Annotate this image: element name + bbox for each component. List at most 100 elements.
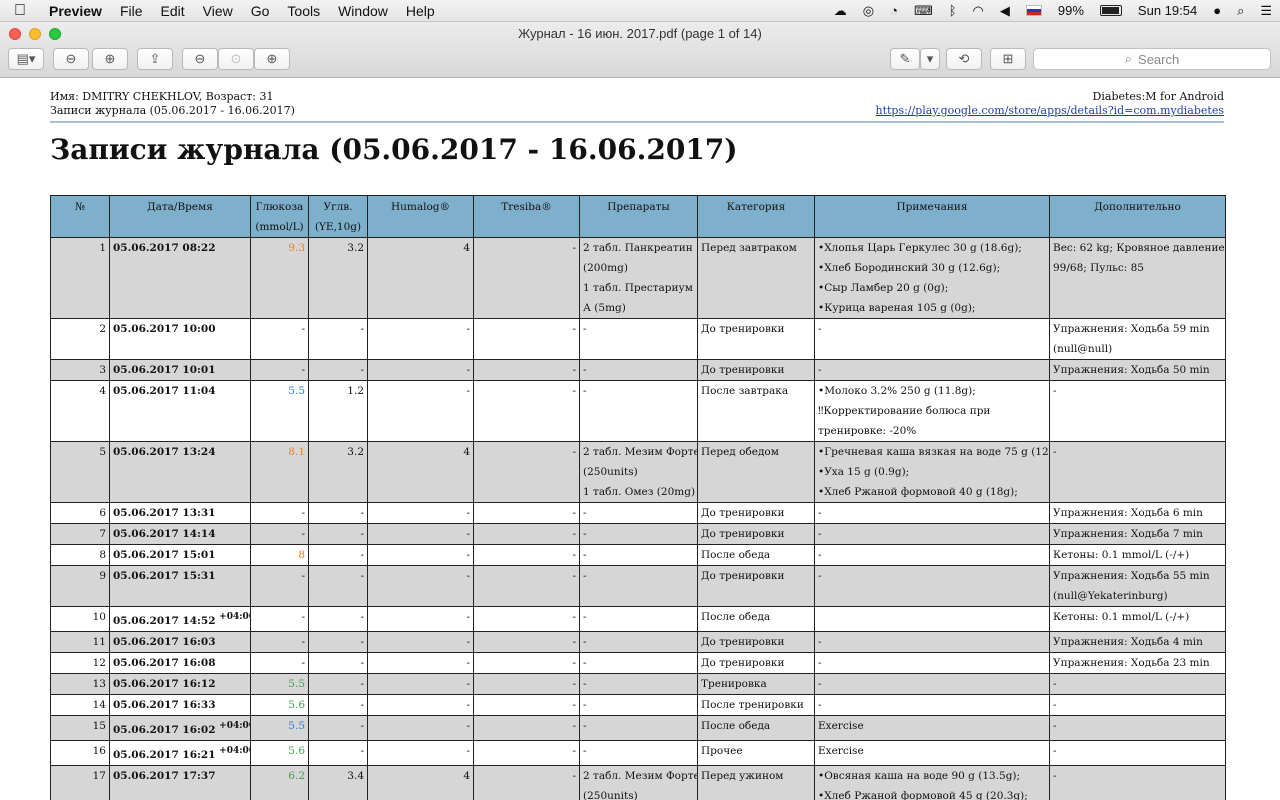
- table-row: 13 05.06.2017 16:12 5.5- - - - Тренировка - -: [50, 673, 1226, 695]
- row-tresiba: -: [473, 673, 580, 695]
- app-store-link[interactable]: https://play.google.com/store/apps/detai…: [875, 104, 1224, 118]
- row-category: До тренировки: [697, 318, 815, 360]
- row-number: 7: [50, 523, 110, 545]
- row-meds: -: [579, 673, 698, 695]
- col-tresiba-header: Tresiba®: [473, 195, 580, 238]
- pdf-page[interactable]: Имя: DMITRY CHEKHLOV, Возраст: 31 Записи…: [0, 79, 1280, 800]
- row-humalog: -: [367, 380, 474, 442]
- zoom-in-button[interactable]: ⊕: [92, 48, 128, 70]
- row-notes-line: -: [818, 364, 822, 376]
- row-extra-line: Упражнения: Ходьба 7 min: [1053, 528, 1203, 540]
- menu-window[interactable]: Window: [329, 3, 397, 19]
- row-category: Тренировка: [697, 673, 815, 695]
- row-meds: -: [579, 694, 698, 716]
- window-title[interactable]: Журнал - 16 июн. 2017.pdf (page 1 of 14): [0, 26, 1280, 41]
- row-notes-line: -: [818, 549, 822, 561]
- row-meds: -: [579, 606, 698, 632]
- row-carbs: -: [308, 673, 368, 695]
- volume-icon[interactable]: ◀: [992, 3, 1018, 19]
- row-category: До тренировки: [697, 523, 815, 545]
- actual-size-icon: ⊙: [230, 51, 242, 66]
- row-datetime: 05.06.2017 16:33: [109, 694, 251, 716]
- zoom-out-button-2[interactable]: ⊖: [182, 48, 218, 70]
- row-notes-line: ‼Корректирование болюса при: [818, 405, 991, 417]
- row-humalog: 4: [367, 765, 474, 800]
- row-tresiba: -: [473, 359, 580, 381]
- row-category: До тренировки: [697, 652, 815, 674]
- table-row: 9 05.06.2017 15:31- - - - - До тренировки - Упра…: [50, 565, 1226, 607]
- row-humalog: -: [367, 715, 474, 741]
- row-notes-line: -: [818, 678, 822, 690]
- row-meds: -: [579, 380, 698, 442]
- row-humalog: 4: [367, 441, 474, 503]
- row-category: После обеда: [697, 606, 815, 632]
- row-notes-line: •Овсяная каша на воде 90 g (13.5g);: [818, 770, 1021, 782]
- menu-file[interactable]: File: [111, 3, 152, 19]
- row-humalog: -: [367, 502, 474, 524]
- sidebar-toggle-button[interactable]: ▤▾: [8, 48, 44, 70]
- menu-tools[interactable]: Tools: [278, 3, 329, 19]
- keyboard-icon[interactable]: ⌨: [906, 3, 941, 19]
- menu-help[interactable]: Help: [397, 3, 444, 19]
- row-tresiba: -: [473, 237, 580, 319]
- row-meds: -: [579, 544, 698, 566]
- datetime-value: 05.06.2017 14:14: [113, 528, 216, 540]
- share-button[interactable]: ⇪: [137, 48, 173, 70]
- datetime-value: 05.06.2017 16:08: [113, 657, 216, 669]
- row-notes-line: -: [818, 323, 822, 335]
- battery-icon[interactable]: [1092, 5, 1130, 16]
- user-icon[interactable]: ●: [1205, 3, 1229, 18]
- row-number: 15: [50, 715, 110, 741]
- bluetooth-icon[interactable]: ᛒ: [941, 3, 965, 18]
- col-extra-header: Дополнительно: [1049, 195, 1226, 238]
- menu-app-name[interactable]: Preview: [40, 3, 111, 19]
- row-notes-line: •Гречневая каша вязкая на воде 75 g (12.…: [818, 446, 1050, 458]
- row-extra-line: Вес: 62 kg; Кровяное давление:: [1053, 242, 1226, 254]
- battery-percent[interactable]: 99%: [1050, 3, 1092, 18]
- row-datetime: 05.06.2017 16:02 +04:00: [109, 715, 251, 741]
- row-humalog: -: [367, 740, 474, 766]
- input-source-flag-icon[interactable]: [1018, 5, 1050, 16]
- row-meds: -: [579, 715, 698, 741]
- markup-button[interactable]: ✎: [890, 48, 920, 70]
- datetime-value: 05.06.2017 11:04: [113, 385, 216, 397]
- zoom-in-button-2[interactable]: ⊕: [254, 48, 290, 70]
- time-machine-icon[interactable]: ◔: [882, 3, 906, 18]
- row-humalog: -: [367, 565, 474, 607]
- row-extra-line: -: [1053, 745, 1057, 757]
- table-row: 5 05.06.2017 13:24 8.1 3.2 4-2 табл. Мезим Ф…: [50, 441, 1226, 503]
- row-notes: Exercise: [814, 715, 1050, 741]
- timezone-offset: +04:00: [219, 746, 249, 756]
- row-glucose: -: [250, 523, 309, 545]
- row-category: До тренировки: [697, 631, 815, 653]
- eye-icon[interactable]: ◎: [855, 3, 882, 19]
- page-header-right: Diabetes:M for Android https://play.goog…: [875, 90, 1224, 118]
- actual-size-button[interactable]: ⊙: [218, 48, 254, 70]
- row-meds-line: А (5mg): [583, 302, 626, 314]
- spotlight-search-icon[interactable]: ⌕: [1229, 3, 1252, 19]
- rotate-button[interactable]: ⟲: [946, 48, 982, 70]
- markup-menu-button[interactable]: ▾: [920, 48, 940, 70]
- row-extra-line: Упражнения: Ходьба 23 min: [1053, 657, 1210, 669]
- row-datetime: 05.06.2017 16:21 +04:00: [109, 740, 251, 766]
- row-meds-line: 1 табл. Омез (20mg): [583, 486, 696, 498]
- row-number: 12: [50, 652, 110, 674]
- notification-center-icon[interactable]: ☰: [1252, 3, 1280, 19]
- row-tresiba: -: [473, 765, 580, 800]
- row-tresiba: -: [473, 631, 580, 653]
- menu-go[interactable]: Go: [242, 3, 279, 19]
- menu-edit[interactable]: Edit: [152, 3, 194, 19]
- menu-view[interactable]: View: [194, 3, 242, 19]
- wifi-icon[interactable]: ◠: [965, 3, 992, 19]
- zoom-out-button[interactable]: ⊖: [53, 48, 89, 70]
- row-notes-line: тренировке: -20%: [818, 425, 917, 437]
- row-meds-line: -: [583, 528, 587, 540]
- row-carbs: -: [308, 502, 368, 524]
- clock[interactable]: Sun 19:54: [1130, 3, 1205, 18]
- toolbox-button[interactable]: ⊞: [990, 48, 1026, 70]
- creative-cloud-icon[interactable]: ☁: [826, 3, 855, 19]
- row-meds: -: [579, 740, 698, 766]
- search-field[interactable]: ⌕ Search: [1033, 48, 1271, 70]
- row-notes-line: Exercise: [818, 720, 864, 732]
- apple-menu-icon[interactable]: : [0, 2, 40, 20]
